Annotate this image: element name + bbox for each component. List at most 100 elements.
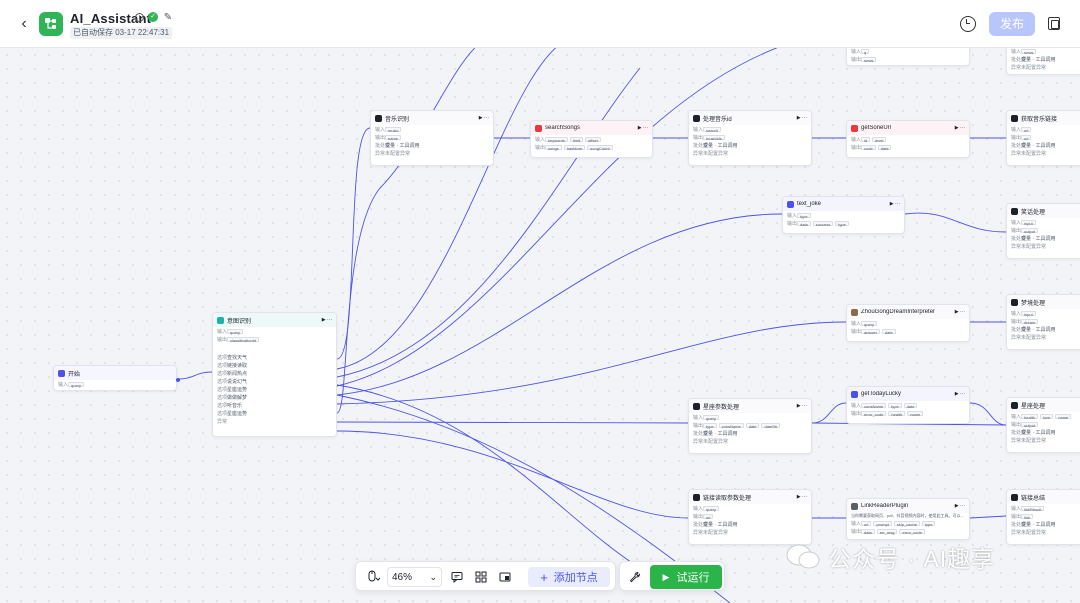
row-label: 输入	[535, 136, 546, 143]
node-text-joke[interactable]: text_joke ▶ ··· 输入 type 输出 data success type	[782, 196, 905, 234]
back-button[interactable]: ‹	[16, 14, 32, 34]
auto-layout-button[interactable]	[472, 567, 490, 587]
intent-option: 听音乐	[227, 402, 243, 409]
row-label: 输出	[1011, 318, 1022, 325]
row-label: 批处理	[1011, 56, 1027, 63]
row-label: 输出	[851, 144, 862, 151]
node-joke-process[interactable]: 笑话处理 输入 input 输出 output 批处理 变量 · 工具调用 异常 未配置…	[1006, 203, 1080, 259]
row-label: 输出	[217, 336, 228, 343]
node-actions[interactable]: ▶ ···	[479, 115, 489, 121]
node-news[interactable]: 输入 q 输出 news	[846, 48, 970, 66]
node-constellation-param[interactable]: 星座参数处理 ▶ ··· 输入 query 输出 type consName date da…	[688, 398, 812, 454]
row-label: 输入	[787, 212, 798, 219]
node-actions[interactable]: ▶ ···	[955, 125, 965, 131]
plugin-icon	[535, 124, 542, 132]
test-run-button[interactable]: ▶ 试运行	[650, 565, 722, 589]
var-tag: url	[1021, 126, 1032, 133]
row-value: 变量 · 工具调用	[1021, 56, 1056, 63]
node-actions[interactable]: ▶ ···	[955, 309, 965, 315]
var-tag: answer	[861, 328, 880, 335]
row-label: 批处理	[1011, 142, 1027, 149]
row-label: 输入	[851, 520, 862, 527]
var-tag: keywords	[545, 136, 568, 143]
history-icon[interactable]	[960, 16, 976, 32]
node-actions[interactable]: ▶ ···	[797, 115, 807, 121]
row-label: 异常	[693, 529, 704, 536]
verified-icon: ✓	[148, 12, 158, 22]
publish-button[interactable]: 发布	[989, 12, 1035, 36]
var-tag: name	[385, 134, 402, 141]
node-actions[interactable]: ▶ ···	[955, 503, 965, 509]
node-intent[interactable]: 意图识别 ▶ ··· 输入 query 输出 classificationId 选项查…	[212, 312, 337, 437]
var-tag: output	[1021, 227, 1039, 234]
info-icon[interactable]: i	[135, 13, 144, 22]
var-tag: songs	[545, 144, 562, 151]
row-value: 未配置异常	[1021, 150, 1047, 157]
copy-icon[interactable]	[1048, 17, 1060, 30]
edit-icon[interactable]: ✎	[162, 12, 174, 24]
test-run-label: 试运行	[676, 572, 710, 584]
row-label: 输出	[787, 220, 798, 227]
mouse-mode-button[interactable]	[362, 567, 384, 587]
minimap-icon	[499, 572, 511, 582]
row-value: 未配置异常	[1021, 64, 1047, 71]
node-dream-process[interactable]: 梦境处理 输入 input 输出 dream 批处理 变量 · 工具调用 异常 未配置异…	[1006, 294, 1080, 350]
zoom-select[interactable]: 46% ⌄	[387, 567, 442, 587]
node-title: 星座参数处理	[703, 404, 740, 411]
row-label: 批处理	[1011, 521, 1027, 528]
node-get-music-link[interactable]: 获取音乐链接 输入 url 输出 url 批处理 变量 · 工具调用 异常 未配置异常	[1006, 110, 1080, 166]
node-actions[interactable]: ▶ ···	[638, 125, 648, 131]
var-tag: type	[888, 402, 902, 409]
mouse-icon	[368, 570, 380, 582]
llm-icon	[1011, 298, 1018, 306]
node-title: 星座处理	[1021, 403, 1046, 410]
row-label: 输出	[1011, 421, 1022, 428]
node-get-song-url[interactable]: getSoneUrl ▶ ··· 输入 id level 输出 code data	[846, 120, 970, 158]
row-label: 输入	[1011, 413, 1022, 420]
node-link-reader[interactable]: LinkReaderPlugin ▶ ··· 当你需要获取网页、pdf、抖音视频内…	[846, 498, 970, 540]
var-tag: search	[703, 126, 722, 133]
row-label: 异常	[1011, 64, 1022, 71]
var-tag: url	[1021, 134, 1032, 141]
node-music-recognition[interactable]: 音乐识别 ▶ ··· 输入 music 输出 name 批处理 变量 · 工具调用 异常…	[370, 110, 494, 166]
edge	[176, 371, 213, 380]
debug-button[interactable]	[626, 567, 644, 587]
node-title: 获取音乐链接	[1021, 116, 1058, 123]
output-handle[interactable]	[176, 378, 180, 382]
var-tag: health	[1021, 413, 1038, 420]
var-tag: consName	[861, 402, 887, 409]
node-search-songs[interactable]: searchSongs ▶ ··· 输入 keywords limit offset 输…	[530, 120, 653, 158]
var-tag: code	[861, 144, 876, 151]
row-label: 输入	[693, 414, 704, 421]
node-news-process[interactable]: 输入 news 批处理 变量 · 工具调用 异常 未配置异常	[1006, 48, 1080, 75]
var-tag: songCount	[587, 144, 613, 151]
var-tag: input	[1021, 219, 1036, 226]
plugin-icon	[787, 200, 794, 208]
node-constellation-process[interactable]: 星座处理 输入 health love name 输出 output 批处理 变量 · 工…	[1006, 397, 1080, 453]
node-start[interactable]: 开始 输入 query	[53, 365, 180, 391]
comment-button[interactable]	[448, 567, 466, 587]
llm-icon	[375, 114, 382, 122]
plugin-icon	[851, 502, 858, 510]
node-zhougong[interactable]: ZhouGongDreamInterpreter ▶ ··· 输入 query 输出…	[846, 304, 970, 342]
row-label: 输入	[217, 328, 228, 335]
row-label: 输出	[535, 144, 546, 151]
add-node-button[interactable]: + 添加节点	[528, 567, 610, 587]
node-actions[interactable]: ▶ ···	[797, 494, 807, 500]
workflow-canvas[interactable]: 开始 输入 query 意图识别 ▶ ··· 输入 query 输出 classific…	[0, 48, 1080, 603]
row-value: 未配置异常	[1021, 334, 1047, 341]
node-title: 梦境处理	[1021, 300, 1046, 307]
node-actions[interactable]: ▶ ···	[955, 391, 965, 397]
row-label: 输出	[1011, 227, 1022, 234]
node-actions[interactable]: ▶ ···	[322, 317, 332, 323]
row-label: 批处理	[1011, 429, 1027, 436]
row-label: 输出	[851, 410, 862, 417]
row-value: 未配置异常	[703, 529, 729, 536]
node-actions[interactable]: ▶ ···	[890, 201, 900, 207]
minimap-button[interactable]	[496, 567, 514, 587]
node-actions[interactable]: ▶ ···	[797, 403, 807, 409]
node-get-today-lucky[interactable]: getTodayLucky ▶ ··· 输入 consName type date 输出…	[846, 386, 970, 424]
watermark: 公众号 · AI趣享	[786, 537, 1080, 577]
var-tag: offset	[585, 136, 601, 143]
node-process-music-id[interactable]: 处理音乐id ▶ ··· 输入 search 输出 musicIds 批处理 变量 · …	[688, 110, 812, 166]
